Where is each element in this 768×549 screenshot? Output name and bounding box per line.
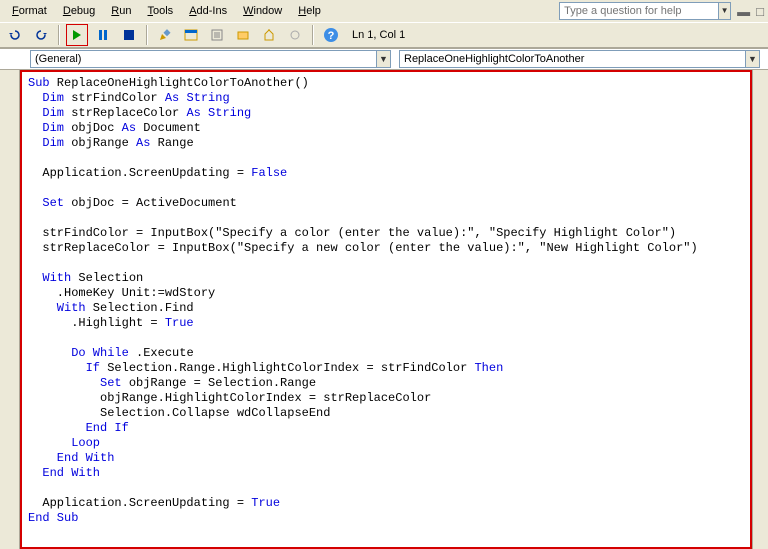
toolbar: ? Ln 1, Col 1 xyxy=(0,22,768,48)
vertical-scrollbar[interactable] xyxy=(752,70,768,549)
design-mode-icon[interactable] xyxy=(154,24,176,46)
object-dropdown[interactable]: (General) ▼ xyxy=(30,50,391,68)
redo-icon[interactable] xyxy=(30,24,52,46)
help-search-input[interactable] xyxy=(559,2,719,20)
object-dropdown-value: (General) xyxy=(35,53,81,65)
restore-window-icon[interactable]: ▬ xyxy=(737,4,750,19)
menu-tools[interactable]: Tools xyxy=(140,2,182,20)
chevron-down-icon: ▼ xyxy=(745,51,759,67)
menu-format[interactable]: Format xyxy=(4,2,55,20)
stop-icon[interactable] xyxy=(118,24,140,46)
margin-gutter xyxy=(0,70,20,549)
menu-bar: Format Debug Run Tools Add-Ins Window He… xyxy=(0,0,768,22)
menu-debug[interactable]: Debug xyxy=(55,2,103,20)
object-browser-icon[interactable] xyxy=(232,24,254,46)
editor-wrap: Sub ReplaceOneHighlightColorToAnother() … xyxy=(0,70,768,549)
procedure-dropdown-value: ReplaceOneHighlightColorToAnother xyxy=(404,53,584,65)
maximize-window-icon[interactable]: □ xyxy=(756,4,764,19)
undo-icon[interactable] xyxy=(4,24,26,46)
svg-text:?: ? xyxy=(328,30,335,42)
properties-icon[interactable] xyxy=(206,24,228,46)
toolbox-icon[interactable] xyxy=(258,24,280,46)
help-search-dropdown[interactable]: ▼ xyxy=(719,2,731,20)
code-editor[interactable]: Sub ReplaceOneHighlightColorToAnother() … xyxy=(20,70,752,549)
object-proc-row: (General) ▼ ReplaceOneHighlightColorToAn… xyxy=(0,48,768,70)
menu-run[interactable]: Run xyxy=(103,2,139,20)
cursor-position: Ln 1, Col 1 xyxy=(352,29,405,41)
chevron-down-icon: ▼ xyxy=(376,51,390,67)
project-explorer-icon[interactable] xyxy=(180,24,202,46)
run-icon[interactable] xyxy=(66,24,88,46)
misc-tool-icon[interactable] xyxy=(284,24,306,46)
help-icon[interactable]: ? xyxy=(320,24,342,46)
menu-addins[interactable]: Add-Ins xyxy=(181,2,235,20)
menu-window[interactable]: Window xyxy=(235,2,290,20)
pause-icon[interactable] xyxy=(92,24,114,46)
menu-help[interactable]: Help xyxy=(290,2,329,20)
procedure-dropdown[interactable]: ReplaceOneHighlightColorToAnother ▼ xyxy=(399,50,760,68)
